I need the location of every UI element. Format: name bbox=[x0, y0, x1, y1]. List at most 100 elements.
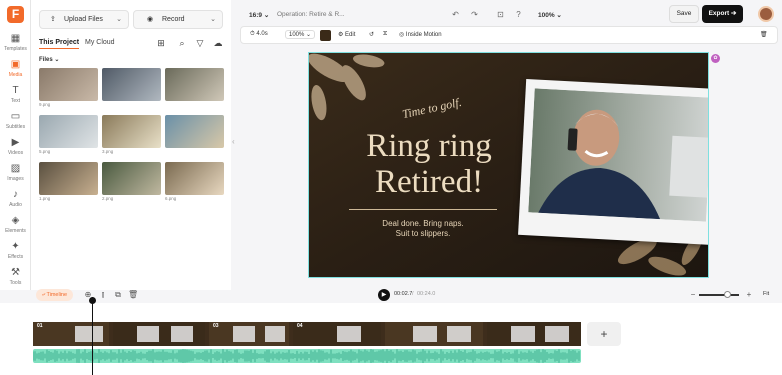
sidebar-item-label: Tools bbox=[9, 280, 22, 286]
playhead-handle[interactable] bbox=[89, 297, 96, 304]
app-logo[interactable]: F bbox=[7, 6, 24, 23]
media-thumbnail[interactable] bbox=[165, 68, 224, 101]
edit-button[interactable]: ⚙ Edit bbox=[338, 31, 355, 38]
sidebar-item-effects[interactable]: ✦ Effects bbox=[0, 241, 31, 267]
split-icon[interactable]: ⫾ bbox=[98, 290, 108, 300]
sidebar-item-subtitles[interactable]: ▭ Subtitles bbox=[0, 111, 31, 137]
sidebar-item-videos[interactable]: ▶ Videos bbox=[0, 137, 31, 163]
subtitle-text[interactable]: Deal done. Bring naps. Suit to slippers. bbox=[349, 219, 497, 239]
delete-icon[interactable]: 🗑 bbox=[128, 290, 138, 300]
sidebar-item-label: Videos bbox=[7, 150, 24, 156]
avatar[interactable] bbox=[758, 6, 774, 22]
media-thumbnail[interactable] bbox=[102, 68, 161, 101]
search-icon[interactable]: ⌕ bbox=[176, 37, 188, 49]
total-time: 00:24.0 bbox=[417, 291, 436, 297]
collapse-panel-icon[interactable]: ‹ bbox=[232, 137, 238, 151]
add-clip-button[interactable]: + bbox=[587, 322, 621, 346]
trash-icon[interactable]: 🗑 bbox=[760, 31, 768, 38]
thumbnail-caption: 2.png bbox=[102, 196, 114, 201]
timeline-toggle[interactable]: ⤶ Timeline bbox=[36, 289, 73, 301]
record-label: Record bbox=[162, 16, 185, 23]
thumbnail-caption: 9.png bbox=[39, 102, 51, 107]
playhead[interactable] bbox=[92, 297, 93, 375]
zoom-select[interactable]: 100% ⌄ bbox=[538, 11, 562, 19]
sidebar-item-templates[interactable]: ▦ Templates bbox=[0, 33, 31, 59]
record-icon: ◉ bbox=[147, 16, 154, 23]
media-thumbnail[interactable] bbox=[102, 162, 161, 195]
element-toolbar: ⏱ 4.0s 100% ⌄ ⚙ Edit ↺ ⧖ ◎ Inside Motion… bbox=[240, 26, 778, 44]
rotate-icon[interactable]: ↺ bbox=[369, 31, 374, 38]
media-panel: ⇪ Upload Files ⌄ ◉ Record ⌄ This Project… bbox=[31, 0, 231, 290]
upload-icon: ⇪ bbox=[50, 16, 56, 23]
play-button[interactable]: ▶ bbox=[378, 289, 390, 301]
thumbnail-caption: 1.png bbox=[39, 196, 51, 201]
record-button[interactable]: ◉ Record ⌄ bbox=[133, 10, 223, 29]
preview-canvas[interactable]: Time to golf. Ring ring Retired! Deal do… bbox=[308, 52, 709, 278]
media-thumbnail[interactable] bbox=[39, 68, 98, 101]
files-folder[interactable]: Files ⌄ bbox=[39, 56, 59, 63]
sidebar-item-label: Elements bbox=[5, 228, 26, 234]
undo-icon[interactable]: ↶ bbox=[450, 9, 461, 20]
sidebar-item-audio[interactable]: ♪ Audio bbox=[0, 189, 31, 215]
sidebar-item-elements[interactable]: ◈ Elements bbox=[0, 215, 31, 241]
sidebar-item-label: Media bbox=[8, 72, 23, 78]
divider bbox=[349, 209, 497, 210]
images-icon: ▨ bbox=[10, 163, 21, 174]
zoom-in-icon[interactable]: + bbox=[744, 290, 754, 300]
sidebar-item-images[interactable]: ▨ Images bbox=[0, 163, 31, 189]
sidebar-item-text[interactable]: T Text bbox=[0, 85, 31, 111]
redo-icon[interactable]: ↷ bbox=[469, 9, 480, 20]
help-icon[interactable]: ? bbox=[513, 9, 524, 20]
thumbnail-caption: 5.png bbox=[39, 149, 51, 154]
sidebar-item-label: Text bbox=[10, 98, 21, 104]
media-thumbnail[interactable] bbox=[165, 162, 224, 195]
export-button[interactable]: Export ➔ bbox=[702, 5, 743, 23]
zoom-out-icon[interactable]: − bbox=[688, 290, 698, 300]
save-button[interactable]: Save bbox=[669, 5, 699, 23]
photo-frame[interactable] bbox=[518, 78, 708, 246]
media-thumbnail[interactable] bbox=[165, 115, 224, 148]
chevron-down-icon: ⌄ bbox=[116, 16, 122, 23]
subtitles-icon: ▭ bbox=[10, 111, 21, 122]
tab-this-project[interactable]: This Project bbox=[39, 39, 80, 49]
sidebar-item-label: Images bbox=[7, 176, 24, 182]
inside-motion-button[interactable]: ◎ Inside Motion bbox=[399, 31, 442, 38]
duration-control[interactable]: ⏱ 4.0s bbox=[250, 31, 268, 38]
sidebar-item-media[interactable]: ▣ Media bbox=[0, 59, 31, 85]
upload-files-button[interactable]: ⇪ Upload Files ⌄ bbox=[39, 10, 129, 29]
chevron-down-icon: ⌄ bbox=[210, 16, 216, 23]
media-thumbnail[interactable] bbox=[102, 115, 161, 148]
cloud-icon[interactable]: ☁ bbox=[212, 37, 224, 49]
project-name[interactable]: Operation: Retire & R... bbox=[277, 11, 345, 18]
audio-icon: ♪ bbox=[13, 189, 18, 200]
zoom-slider[interactable] bbox=[699, 294, 739, 296]
templates-icon: ▦ bbox=[10, 33, 21, 44]
track-area: 01 03 04 + bbox=[0, 303, 782, 375]
sidebar-item-tools[interactable]: ⚒ Tools bbox=[0, 267, 31, 293]
waveform-path bbox=[33, 349, 580, 363]
aspect-ratio-select[interactable]: 16:9 ⌄ bbox=[249, 11, 269, 19]
audio-track[interactable] bbox=[33, 349, 581, 363]
tab-my-cloud[interactable]: My Cloud bbox=[85, 39, 115, 46]
elements-icon: ◈ bbox=[11, 215, 20, 226]
main-title[interactable]: Ring ring Retired! bbox=[349, 128, 509, 200]
background-color-swatch[interactable] bbox=[320, 30, 331, 41]
animation-icon[interactable]: ✿ bbox=[711, 54, 720, 63]
sidebar-item-label: Templates bbox=[4, 46, 27, 52]
screenshot-icon[interactable]: ⊡ bbox=[495, 9, 506, 20]
video-track[interactable]: 01 03 04 bbox=[33, 322, 581, 346]
clip-number: 04 bbox=[297, 323, 303, 329]
upload-label: Upload Files bbox=[64, 16, 103, 23]
videos-icon: ▶ bbox=[11, 137, 20, 148]
flip-icon[interactable]: ⧖ bbox=[383, 31, 387, 38]
media-thumbnail[interactable] bbox=[39, 162, 98, 195]
filter-icon[interactable]: ▽ bbox=[194, 37, 206, 49]
duplicate-icon[interactable]: ⧉ bbox=[113, 290, 123, 300]
media-thumbnail[interactable] bbox=[39, 115, 98, 148]
new-folder-icon[interactable]: ⊞ bbox=[155, 37, 167, 49]
scale-select[interactable]: 100% ⌄ bbox=[285, 30, 316, 39]
fit-button[interactable]: Fit bbox=[763, 291, 769, 297]
zoom-slider-handle[interactable] bbox=[724, 291, 731, 298]
audio-waveform bbox=[33, 349, 580, 363]
left-rail: F ▦ Templates ▣ Media T Text ▭ Subtitles ▶ Videos… bbox=[0, 0, 31, 290]
